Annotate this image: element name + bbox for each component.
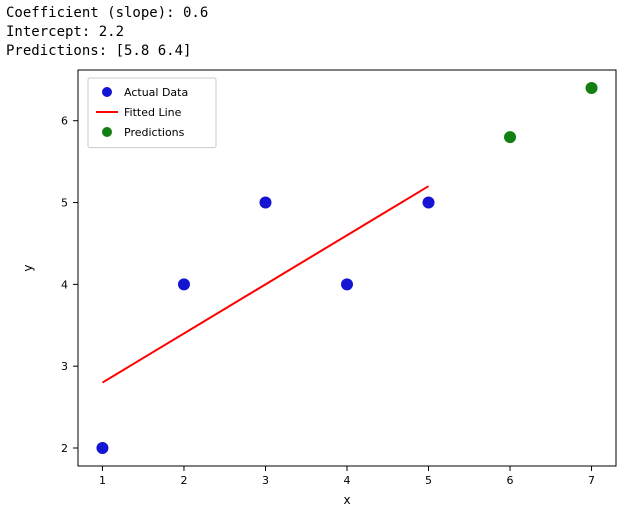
- legend-label: Predictions: [124, 126, 185, 139]
- legend-dot-icon: [102, 127, 112, 137]
- legend-dot-icon: [102, 87, 112, 97]
- actual-point: [341, 278, 353, 290]
- y-tick-label: 4: [61, 278, 68, 291]
- y-tick-label: 6: [61, 115, 68, 128]
- x-tick-label: 4: [344, 474, 351, 487]
- actual-point: [259, 197, 271, 209]
- y-tick-label: 2: [61, 442, 68, 455]
- chart-container: 1 2 3 4 5 6 7 2 3 4 5 6 x y Actual Data Fitted Line Pred…: [0, 58, 640, 520]
- legend-label: Actual Data: [124, 86, 188, 99]
- legend-label: Fitted Line: [124, 106, 182, 119]
- y-axis-label: y: [21, 264, 35, 271]
- prediction-point: [504, 131, 516, 143]
- x-tick-label: 1: [99, 474, 106, 487]
- x-tick-label: 6: [507, 474, 514, 487]
- x-tick-label: 7: [588, 474, 595, 487]
- fitted-line: [102, 186, 428, 382]
- actual-point: [96, 442, 108, 454]
- y-tick-label: 5: [61, 197, 68, 210]
- prediction-point: [586, 82, 598, 94]
- x-axis-label: x: [343, 493, 350, 507]
- x-tick-label: 3: [262, 474, 269, 487]
- output-text: Coefficient (slope): 0.6 Intercept: 2.2 …: [0, 0, 640, 61]
- x-tick-label: 5: [425, 474, 432, 487]
- y-tick-label: 3: [61, 360, 68, 373]
- x-tick-label: 2: [180, 474, 187, 487]
- actual-point: [423, 197, 435, 209]
- actual-point: [178, 278, 190, 290]
- chart-svg: 1 2 3 4 5 6 7 2 3 4 5 6 x y Actual Data Fitted Line Pred…: [0, 58, 640, 520]
